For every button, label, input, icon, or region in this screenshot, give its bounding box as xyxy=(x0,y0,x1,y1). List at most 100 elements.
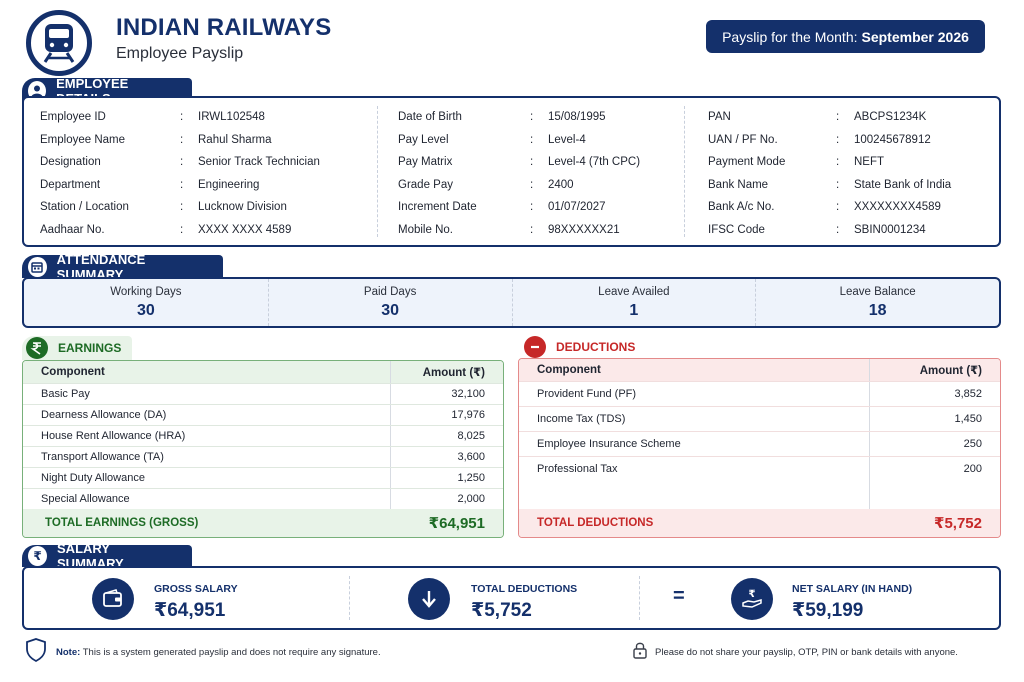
detail-row: Payment Mode: NEFT xyxy=(708,151,884,174)
amount-header: Amount (₹) xyxy=(919,365,982,377)
detail-label: Pay Matrix xyxy=(398,156,453,169)
detail-value: IRWL102548 xyxy=(198,111,265,124)
svg-text:₹: ₹ xyxy=(749,589,756,600)
total-earnings-label: TOTAL EARNINGS (GROSS) xyxy=(45,517,199,529)
detail-value: XXXXXXXX4589 xyxy=(854,201,941,214)
lock-icon xyxy=(632,641,648,664)
detail-value: 15/08/1995 xyxy=(548,111,606,124)
detail-row: Date of Birth: 15/08/1995 xyxy=(398,106,606,129)
table-header: Component Amount (₹) xyxy=(23,361,503,383)
component-amount: 2,000 xyxy=(457,493,485,505)
total-deductions-summary-value: ₹5,752 xyxy=(471,600,532,621)
earnings-table: Component Amount (₹) Basic Pay 32,100 Dear… xyxy=(22,360,504,538)
attendance-panel: Working Days 30 Paid Days 30 Leave Availed 1 L… xyxy=(22,277,1001,328)
detail-value: Senior Track Technician xyxy=(198,156,320,169)
table-footer: TOTAL EARNINGS (GROSS) ₹64,951 xyxy=(23,509,503,537)
minus-icon xyxy=(524,336,546,358)
month-label: Payslip for the Month: xyxy=(722,28,858,45)
detail-label: Employee ID xyxy=(40,111,106,124)
attendance-item: Leave Balance 18 xyxy=(755,279,999,326)
detail-row: Employee Name: Rahul Sharma xyxy=(40,129,272,152)
component-name: Basic Pay xyxy=(41,388,90,400)
table-row: Income Tax (TDS) 1,450 xyxy=(519,406,1000,431)
table-row: Special Allowance 2,000 xyxy=(23,488,503,509)
component-name: Dearness Allowance (DA) xyxy=(41,409,167,421)
component-name: House Rent Allowance (HRA) xyxy=(41,430,186,442)
detail-row: UAN / PF No.: 100245678912 xyxy=(708,129,931,152)
component-name: Professional Tax xyxy=(537,463,618,475)
earnings-tab: EARNINGS xyxy=(22,336,132,360)
table-row: Professional Tax 200 xyxy=(519,456,1000,481)
salary-summary-panel: GROSS SALARY ₹64,951 TOTAL DEDUCTIONS ₹5… xyxy=(22,566,1001,630)
column-divider xyxy=(349,576,350,620)
detail-row: Employee ID: IRWL102548 xyxy=(40,106,265,129)
attendance-value: 30 xyxy=(381,301,400,319)
detail-row: Aadhaar No.: XXXX XXXX 4589 xyxy=(40,219,291,242)
detail-row: Designation: Senior Track Technician xyxy=(40,151,320,174)
hand-rupee-icon: ₹ xyxy=(731,578,773,620)
detail-label: Aadhaar No. xyxy=(40,223,105,236)
detail-label: Mobile No. xyxy=(398,223,453,236)
column-divider xyxy=(639,576,640,620)
detail-value: Level-4 (7th CPC) xyxy=(548,156,641,169)
component-name: Employee Insurance Scheme xyxy=(537,438,681,450)
detail-label: Date of Birth xyxy=(398,111,462,124)
separator-colon: : xyxy=(836,178,840,191)
table-row: House Rent Allowance (HRA) 8,025 xyxy=(23,425,503,446)
total-deductions-value: ₹5,752 xyxy=(934,515,982,532)
wallet-icon xyxy=(92,578,134,620)
attendance-label: Working Days xyxy=(110,285,182,298)
separator-colon: : xyxy=(836,201,840,214)
attendance-tab: ATTENDANCE SUMMARY xyxy=(22,252,223,282)
separator-colon: : xyxy=(530,223,534,236)
detail-row: IFSC Code: SBIN0001234 xyxy=(708,219,926,242)
details-column: PAN: ABCPS1234K UAN / PF No.: 100245678912 P… xyxy=(708,106,951,242)
section-title: EARNINGS xyxy=(58,341,122,355)
separator-colon: : xyxy=(530,156,534,169)
detail-value: 98XXXXXX21 xyxy=(548,223,620,236)
detail-value: Engineering xyxy=(198,178,260,191)
table-header: Component Amount (₹) xyxy=(519,359,1000,381)
table-row: Dearness Allowance (DA) 17,976 xyxy=(23,404,503,425)
attendance-label: Paid Days xyxy=(363,285,417,298)
total-earnings-value: ₹64,951 xyxy=(428,515,485,532)
month-value: September 2026 xyxy=(861,28,969,45)
salary-summary-tab: ₹ SALARY SUMMARY xyxy=(22,541,192,571)
net-salary-label: NET SALARY (IN HAND) xyxy=(792,583,913,595)
component-name: Income Tax (TDS) xyxy=(537,413,626,425)
component-amount: 1,250 xyxy=(457,472,485,484)
attendance-label: Leave Balance xyxy=(839,285,916,298)
detail-value: 100245678912 xyxy=(854,133,931,146)
detail-row: PAN: ABCPS1234K xyxy=(708,106,926,129)
detail-label: Department xyxy=(40,178,101,191)
separator-colon: : xyxy=(180,178,184,191)
component-amount: 32,100 xyxy=(451,388,485,400)
detail-value: Rahul Sharma xyxy=(198,133,272,146)
detail-label: Payment Mode xyxy=(708,156,786,169)
table-row: Provident Fund (PF) 3,852 xyxy=(519,381,1000,406)
detail-value: State Bank of India xyxy=(854,178,952,191)
separator-colon: : xyxy=(530,111,534,124)
detail-row: Bank Name: State Bank of India xyxy=(708,174,951,197)
detail-row: Department: Engineering xyxy=(40,174,259,197)
detail-value: Level-4 xyxy=(548,133,586,146)
component-header: Component xyxy=(41,366,105,378)
separator-colon: : xyxy=(180,223,184,236)
component-name: Transport Allowance (TA) xyxy=(41,451,164,463)
separator-colon: : xyxy=(836,111,840,124)
detail-label: Grade Pay xyxy=(398,178,453,191)
separator-colon: : xyxy=(836,156,840,169)
attendance-label: Leave Availed xyxy=(598,285,670,298)
detail-label: Employee Name xyxy=(40,133,126,146)
arrow-down-icon xyxy=(408,578,450,620)
detail-value: 01/07/2027 xyxy=(548,201,606,214)
detail-label: PAN xyxy=(708,111,731,124)
attendance-item: Leave Availed 1 xyxy=(511,279,756,326)
detail-value: SBIN0001234 xyxy=(854,223,926,236)
calendar-icon xyxy=(28,256,47,277)
attendance-value: 30 xyxy=(136,301,155,319)
total-deductions-label: TOTAL DEDUCTIONS xyxy=(537,517,654,529)
detail-label: Pay Level xyxy=(398,133,449,146)
separator-colon: : xyxy=(836,223,840,236)
attendance-item: Paid Days 30 xyxy=(267,279,512,326)
